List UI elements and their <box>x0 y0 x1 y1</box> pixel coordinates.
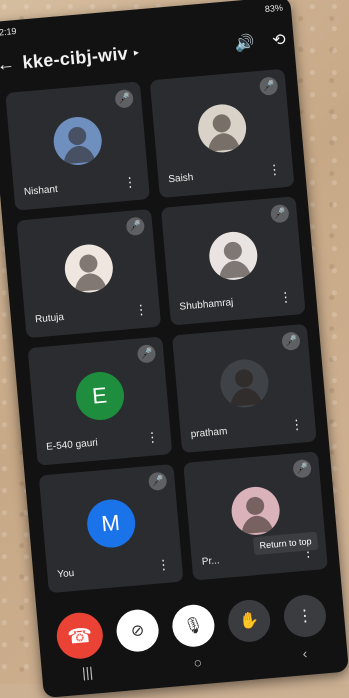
participant-tile[interactable]: 🎤 pratham ⋮ <box>172 323 317 454</box>
battery-level: 83% <box>264 2 284 15</box>
meeting-code[interactable]: kke-cibj-wiv <box>22 43 129 73</box>
phone-screen: 12:19 83% ← kke-cibj-wiv ▸ 🔊 ⟲ 🎤 Nishant ⋮… <box>0 0 349 698</box>
participant-photo <box>62 242 115 295</box>
letter-avatar: M <box>84 497 137 550</box>
system-back-icon[interactable]: ‹ <box>302 645 308 665</box>
tile-more-icon[interactable]: ⋮ <box>134 302 148 319</box>
participant-photo <box>229 484 282 537</box>
participant-tile[interactable]: 🎤 M You ⋮ <box>38 463 184 594</box>
participant-name: Saish <box>167 172 194 186</box>
end-call-button[interactable]: ☎ <box>54 610 105 661</box>
tile-more-icon[interactable]: ⋮ <box>156 557 170 574</box>
status-time: 12:19 <box>0 25 17 38</box>
participant-name: Shubhamraj <box>179 297 234 313</box>
camera-switch-icon[interactable]: ⟲ <box>271 30 287 51</box>
muted-mic-icon: 🎤 <box>125 216 146 237</box>
raise-hand-button[interactable]: ✋ <box>226 598 272 644</box>
muted-mic-icon: 🎤 <box>292 458 312 479</box>
tile-more-icon[interactable]: ⋮ <box>145 429 159 446</box>
camera-toggle-button[interactable]: ⊘ <box>114 607 161 654</box>
participant-grid: 🎤 Nishant ⋮ 🎤 Saish ⋮ 🎤 Rutuja ⋮ 🎤 Shubhamraj ⋮ 🎤 E E-… <box>5 68 328 594</box>
muted-mic-icon: 🎤 <box>147 471 168 492</box>
tile-more-icon[interactable]: ⋮ <box>123 174 137 191</box>
participant-tile[interactable]: 🎤 Pr... ⋮ Return to top <box>183 451 328 581</box>
more-options-button[interactable]: ⋮ <box>282 593 328 639</box>
muted-mic-icon: 🎤 <box>258 76 279 96</box>
participant-tile[interactable]: 🎤 Saish ⋮ <box>149 68 295 199</box>
participant-name: E-540 gauri <box>45 437 99 453</box>
tile-more-icon[interactable]: ⋮ <box>278 289 292 306</box>
muted-mic-icon: 🎤 <box>270 203 290 224</box>
participant-tile[interactable]: 🎤 Nishant ⋮ <box>5 81 151 211</box>
participant-name: Pr... <box>201 555 221 568</box>
tile-more-icon[interactable]: ⋮ <box>267 161 281 178</box>
recent-apps-icon[interactable]: ||| <box>81 664 94 685</box>
participant-photo <box>206 229 259 282</box>
avatar-letter: M <box>100 509 121 537</box>
letter-avatar: E <box>73 370 126 423</box>
participant-photo <box>217 357 270 410</box>
participant-name: Rutuja <box>34 311 65 326</box>
participant-name: pratham <box>190 426 228 441</box>
muted-mic-icon: 🎤 <box>136 344 157 364</box>
back-arrow-icon[interactable]: ← <box>0 52 24 75</box>
mic-toggle-button[interactable]: 🎙 <box>170 603 217 649</box>
avatar-letter: E <box>91 382 108 409</box>
participant-tile[interactable]: 🎤 E E-540 gauri ⋮ <box>27 336 173 466</box>
tile-more-icon[interactable]: ⋮ <box>290 416 304 433</box>
muted-mic-icon: 🎤 <box>281 331 301 351</box>
participant-name: You <box>56 567 75 581</box>
muted-mic-icon: 🎤 <box>114 89 134 109</box>
participant-photo <box>195 102 248 155</box>
participant-tile[interactable]: 🎤 Rutuja ⋮ <box>16 208 162 339</box>
speaker-icon[interactable]: 🔊 <box>234 32 256 54</box>
participant-tile[interactable]: 🎤 Shubhamraj ⋮ <box>160 196 306 326</box>
chevron-right-icon[interactable]: ▸ <box>133 47 139 58</box>
participant-name: Nishant <box>23 183 59 198</box>
home-icon[interactable]: ○ <box>193 654 203 675</box>
participant-photo <box>51 115 104 168</box>
